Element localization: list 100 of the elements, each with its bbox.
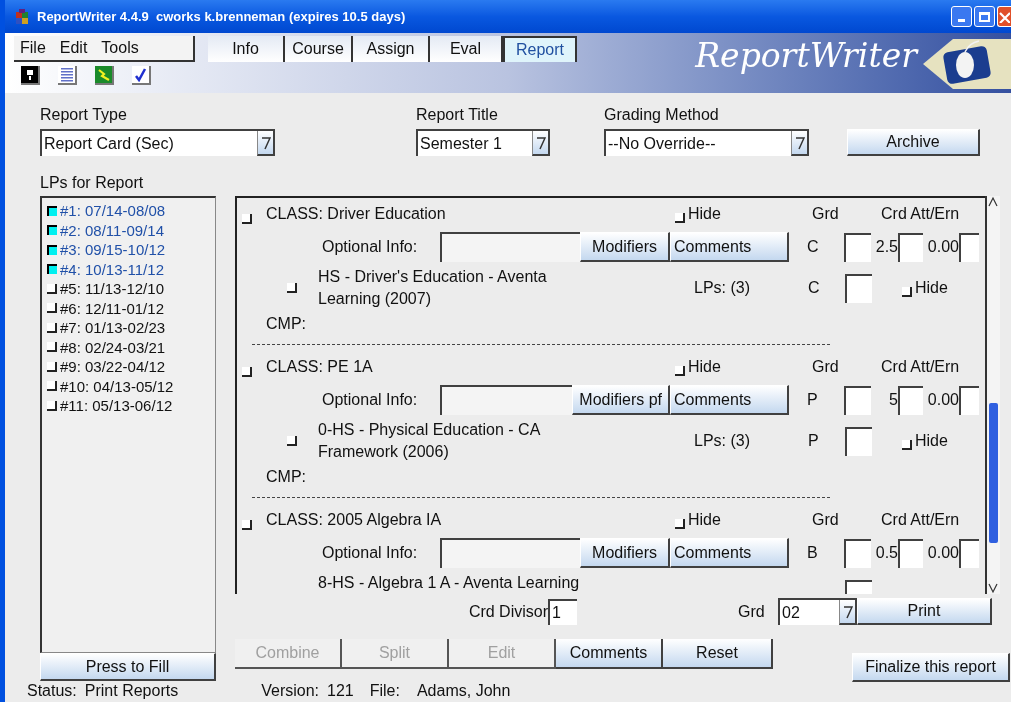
earned-field[interactable] [959,538,979,568]
grade-field[interactable] [844,232,871,262]
logo-text: ReportWriter [695,39,917,72]
checkbox[interactable] [47,303,57,314]
comments-button[interactable]: Comments [670,232,789,262]
scrollbar[interactable] [985,196,1000,594]
lp-label[interactable]: #5: 11/13-12/10 [60,279,164,299]
checkbox[interactable] [675,366,685,376]
credits-field[interactable] [898,385,923,415]
finalize-button[interactable]: Finalize this report [852,653,1010,682]
list-icon[interactable] [58,66,77,85]
menu-item[interactable]: Tools [101,36,139,60]
scroll-up-icon[interactable] [987,196,999,208]
checkbox[interactable] [47,283,57,294]
cmp-label: CMP: [266,315,306,332]
maximize-button[interactable] [974,6,995,27]
lp-label[interactable]: #10: 04/13-05/12 [60,376,174,396]
action-button[interactable]: Reset [663,639,773,669]
app-icon [15,8,29,25]
checkbox[interactable] [47,361,57,372]
lp-label[interactable]: #6: 12/11-01/12 [60,298,164,318]
lp-label[interactable]: #11: 05/13-06/12 [60,396,173,416]
hide-label: Hide [688,204,721,224]
grade-value: C [806,237,820,257]
modifiers-button[interactable]: Modifiers [580,538,670,568]
scroll-down-icon[interactable] [987,582,999,594]
checkbox[interactable] [47,264,57,275]
modifiers-button[interactable]: Modifiers [580,232,670,262]
modifiers-button[interactable]: Modifiers pf [572,385,670,415]
hide-label: Hide [915,431,948,451]
lp-label[interactable]: #3: 09/15-10/12 [60,240,166,260]
report-title-dropdown[interactable]: Semester 1 [416,129,550,156]
tab[interactable]: Assign [353,36,430,62]
field-label: Optional Info: [322,543,419,563]
checkbox[interactable] [47,322,57,333]
checkbox[interactable] [47,244,57,255]
checkbox[interactable] [242,520,252,530]
lp-label[interactable]: #9: 03/22-04/12 [60,357,166,377]
checkbox[interactable] [47,205,57,216]
archive-button[interactable]: Archive [847,129,980,156]
grade-field[interactable] [845,426,872,456]
caret-icon [842,603,853,620]
optional-info-field[interactable] [440,385,573,415]
checkbox[interactable] [242,214,252,224]
course-name: 0-HS - Physical Education - CA Framework (2006) [318,420,541,462]
crd-divisor-field[interactable]: 1 [548,598,577,625]
floppy-icon[interactable] [21,66,40,85]
checkbox[interactable] [47,400,57,411]
lp-label[interactable]: #8: 02/24-03/21 [60,337,166,357]
earned-value: 0.00 [926,237,959,257]
comments-button[interactable]: Comments [670,538,789,568]
optional-info-field[interactable] [440,232,580,262]
menu-item[interactable]: File [20,36,46,60]
lp-label[interactable]: #1: 07/14-08/08 [60,201,166,221]
minimize-button[interactable] [951,6,972,27]
tab[interactable]: Course [285,36,353,62]
checkbox[interactable] [287,283,297,293]
checkbox[interactable] [675,213,685,223]
earned-field[interactable] [959,385,979,415]
cmp-label: CMP: [266,468,306,485]
checkbox[interactable] [287,436,297,446]
field-label: LPs for Report [40,173,145,191]
earned-field[interactable] [959,232,979,262]
close-button[interactable] [997,6,1011,27]
checkbox[interactable] [675,519,685,529]
checkbox[interactable] [47,225,57,236]
menu-item[interactable]: Edit [59,36,88,60]
lp-label[interactable]: #4: 10/13-11/12 [60,259,164,279]
scroll-thumb[interactable] [989,403,998,543]
status-label: Status: [27,682,77,700]
grd-dropdown[interactable]: 02 [778,598,857,625]
column-header: Grd [812,357,840,377]
credits-field[interactable] [898,538,923,568]
comments-button[interactable]: Comments [670,385,789,415]
tab[interactable]: Info [208,36,285,62]
optional-info-field[interactable] [440,538,580,568]
caret-icon [260,134,271,151]
checkbox[interactable] [47,381,57,392]
lightning-icon[interactable] [95,66,114,85]
lp-label[interactable]: #7: 01/13-02/23 [60,318,166,338]
field-label: Crd Divisor [468,601,548,622]
checkbox[interactable] [902,287,912,297]
tab[interactable]: Eval [430,36,503,62]
checkbox[interactable] [242,367,252,377]
checkbox[interactable] [902,440,912,450]
lp-label[interactable]: #2: 08/11-09/14 [60,220,164,240]
checkbox[interactable] [47,342,57,353]
hide-label: Hide [688,510,721,530]
grade-field[interactable] [844,385,871,415]
grade-field[interactable] [844,538,871,568]
grade-field[interactable] [845,273,872,303]
credits-field[interactable] [898,232,923,262]
action-button[interactable]: Comments [556,639,663,669]
press-to-fill-button[interactable]: Press to Fill [40,653,216,681]
grading-method-dropdown[interactable]: --No Override-- [604,129,809,156]
print-button[interactable]: Print [857,598,992,625]
column-header: Grd [812,510,840,530]
tab[interactable]: Report [503,36,577,62]
checkmark-icon[interactable] [132,66,151,85]
report-type-dropdown[interactable]: Report Card (Sec) [40,129,275,156]
